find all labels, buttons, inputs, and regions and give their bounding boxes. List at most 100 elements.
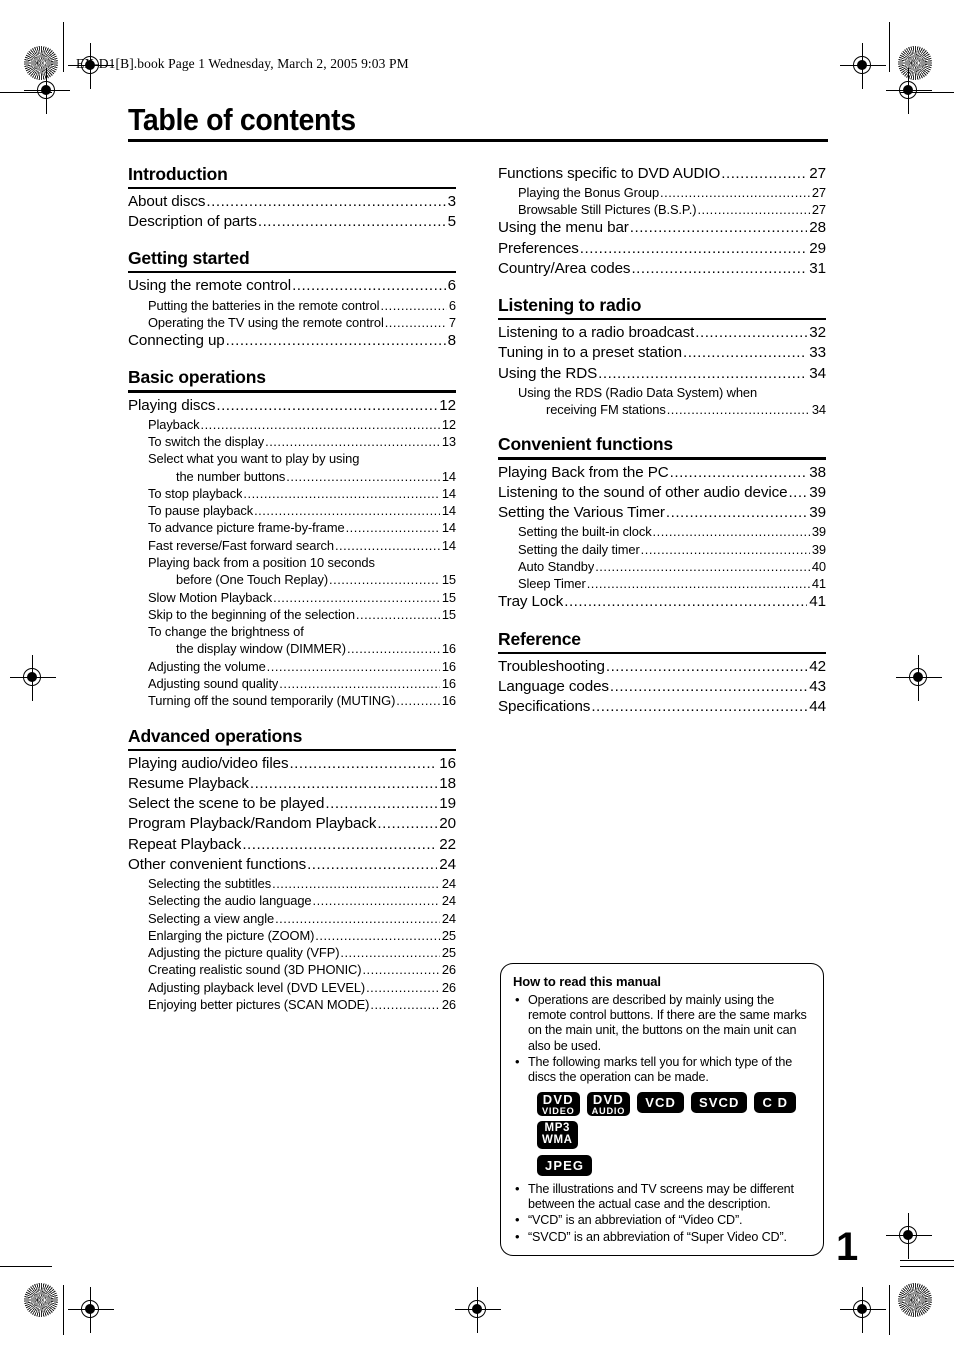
toc-entry-label: Playback	[148, 416, 200, 432]
toc-entry[interactable]: Listening to a radio broadcast..........…	[498, 323, 826, 343]
toc-entry[interactable]: Troubleshooting.........................…	[498, 657, 826, 677]
toc-entry[interactable]: Selecting the audio language............…	[128, 892, 456, 909]
toc-entry[interactable]: Repeat Playback.........................…	[128, 835, 456, 855]
toc-entry[interactable]: Using the RDS (Radio Data System) when..…	[498, 384, 826, 401]
toc-entry[interactable]: Playing discs...........................…	[128, 396, 456, 416]
toc-entry[interactable]: Listening to the sound of other audio de…	[498, 483, 826, 503]
toc-entry[interactable]: Playing audio/video files...............…	[128, 754, 456, 774]
disc-badge-dvd-video: DVD VIDEO	[537, 1092, 580, 1117]
toc-entry[interactable]: Enjoying better pictures (SCAN MODE)....…	[128, 996, 456, 1013]
toc-entry[interactable]: Connecting up...........................…	[128, 331, 456, 351]
document-page: EX-D1[B].book Page 1 Wednesday, March 2,…	[0, 0, 954, 1351]
toc-entry[interactable]: Browsable Still Pictures (B.S.P.).......…	[498, 201, 826, 218]
toc-entry[interactable]: receiving FM stations...................…	[498, 401, 826, 418]
toc-entry[interactable]: Language codes..........................…	[498, 677, 826, 697]
toc-entry-page: 33	[809, 344, 826, 362]
toc-entry-page: 25	[441, 927, 456, 943]
leader-dots: ........................................…	[682, 344, 807, 362]
toc-entry[interactable]: Setting the Various Timer...............…	[498, 503, 826, 523]
toc-entry[interactable]: Description of parts....................…	[128, 212, 456, 232]
toc-entry-page: 27	[811, 202, 826, 218]
toc-entry[interactable]: Select what you want to play by using...…	[128, 450, 456, 467]
toc-entry-page: 16	[441, 675, 456, 691]
leader-dots: ........................................…	[788, 483, 808, 501]
toc-entry[interactable]: the display window (DIMMER).............…	[128, 640, 456, 657]
toc-entry[interactable]: Enlarging the picture (ZOOM)............…	[128, 927, 456, 944]
leader-dots: ........................................…	[254, 503, 440, 519]
disc-badge-line2: WMA	[542, 1134, 573, 1147]
toc-entry-label: Enlarging the picture (ZOOM)	[148, 927, 315, 943]
toc-entry[interactable]: Tuning in to a preset station...........…	[498, 343, 826, 363]
toc-entry[interactable]: Fast reverse/Fast forward search........…	[128, 537, 456, 554]
toc-entry-page: 15	[441, 589, 456, 605]
toc-entry[interactable]: About discs.............................…	[128, 192, 456, 212]
leader-dots: ........................................…	[225, 332, 446, 350]
toc-entry[interactable]: Adjusting the picture quality (VFP).....…	[128, 944, 456, 961]
toc-entry-page: 25	[441, 945, 456, 961]
toc-entry[interactable]: Skip to the beginning of the selection..…	[128, 606, 456, 623]
toc-entry-page: 14	[441, 468, 456, 484]
toc-entry-label: To pause playback	[148, 503, 254, 519]
toc-section-divider	[498, 651, 826, 654]
toc-entry-page: 22	[439, 835, 456, 853]
toc-entry[interactable]: Selecting the subtitles.................…	[128, 875, 456, 892]
toc-entry[interactable]: Preferences.............................…	[498, 239, 826, 259]
toc-entry[interactable]: Tray Lock...............................…	[498, 592, 826, 612]
toc-entry[interactable]: Playing the Bonus Group.................…	[498, 184, 826, 201]
toc-entry[interactable]: the number buttons......................…	[128, 468, 456, 485]
how-to-read-bullets-bottom: The illustrations and TV screens may be …	[513, 1181, 811, 1245]
toc-entry[interactable]: Adjusting sound quality.................…	[128, 675, 456, 692]
toc-entry[interactable]: To stop playback........................…	[128, 485, 456, 502]
title-divider	[128, 138, 828, 142]
toc-entry[interactable]: Country/Area codes......................…	[498, 259, 826, 279]
toc-entry-page: 24	[439, 855, 456, 873]
registration-mark-top-right	[840, 43, 886, 89]
toc-entry[interactable]: Other convenient functions..............…	[128, 855, 456, 875]
toc-entry[interactable]: To change the brightness of.............…	[128, 623, 456, 640]
leader-dots: ........................................…	[266, 658, 440, 674]
toc-entry-label: To switch the display	[148, 434, 265, 450]
toc-entry-page: 5	[447, 212, 456, 230]
toc-entry[interactable]: Playing Back from the PC................…	[498, 463, 826, 483]
toc-entry[interactable]: Playing back from a position 10 seconds.…	[128, 554, 456, 571]
toc-entry[interactable]: Resume Playback.........................…	[128, 774, 456, 794]
toc-entry[interactable]: To switch the display...................…	[128, 433, 456, 450]
toc-entry[interactable]: Slow Motion Playback....................…	[128, 589, 456, 606]
crop-line-top-left-vertical	[63, 22, 65, 72]
toc-entry[interactable]: Selecting a view angle..................…	[128, 910, 456, 927]
toc-entry[interactable]: Setting the daily timer.................…	[498, 541, 826, 558]
toc-entry[interactable]: Playback................................…	[128, 416, 456, 433]
toc-entry[interactable]: Creating realistic sound (3D PHONIC)....…	[128, 961, 456, 978]
toc-entry-label: Listening to a radio broadcast	[498, 324, 695, 342]
disc-badge-svcd: SVCD	[690, 1092, 748, 1114]
toc-entry[interactable]: Sleep Timer.............................…	[498, 575, 826, 592]
toc-entry[interactable]: Using the menu bar......................…	[498, 218, 826, 238]
toc-entry-page: 34	[811, 402, 826, 418]
toc-entry[interactable]: Functions specific to DVD AUDIO.........…	[498, 164, 826, 184]
toc-entry[interactable]: Operating the TV using the remote contro…	[128, 314, 456, 331]
toc-entry[interactable]: before (One Touch Replay)...............…	[128, 571, 456, 588]
toc-entry[interactable]: Using the remote control................…	[128, 276, 456, 296]
leader-dots: ........................................…	[579, 239, 808, 257]
leader-dots: ........................................…	[362, 962, 440, 978]
toc-entry[interactable]: Turning off the sound temporarily (MUTIN…	[128, 692, 456, 709]
toc-entry-label: To stop playback	[148, 485, 243, 501]
halftone-circle-bottom-left	[24, 1283, 58, 1317]
toc-entry[interactable]: Adjusting the volume....................…	[128, 658, 456, 675]
toc-entry[interactable]: Auto Standby............................…	[498, 558, 826, 575]
toc-entry-page: 13	[441, 434, 456, 450]
toc-entry[interactable]: Adjusting playback level (DVD LEVEL)....…	[128, 979, 456, 996]
crop-line-bottom-right-vertical	[889, 1285, 891, 1335]
toc-entry[interactable]: To advance picture frame-by-frame.......…	[128, 519, 456, 536]
toc-section: Listening to radio Listening to a radio b…	[498, 295, 826, 418]
toc-entry[interactable]: Select the scene to be played...........…	[128, 794, 456, 814]
toc-entry[interactable]: Program Playback/Random Playback........…	[128, 814, 456, 834]
toc-entry[interactable]: Setting the built-in clock..............…	[498, 523, 826, 540]
toc-entry[interactable]: Using the RDS...........................…	[498, 364, 826, 384]
toc-entry-label: Playing the Bonus Group	[518, 184, 660, 200]
toc-entry[interactable]: To pause playback.......................…	[128, 502, 456, 519]
toc-entry[interactable]: Specifications..........................…	[498, 697, 826, 717]
toc-entry-label: Adjusting the volume	[148, 658, 266, 674]
toc-entry[interactable]: Putting the batteries in the remote cont…	[128, 297, 456, 314]
toc-entry-label: Country/Area codes	[498, 259, 631, 277]
